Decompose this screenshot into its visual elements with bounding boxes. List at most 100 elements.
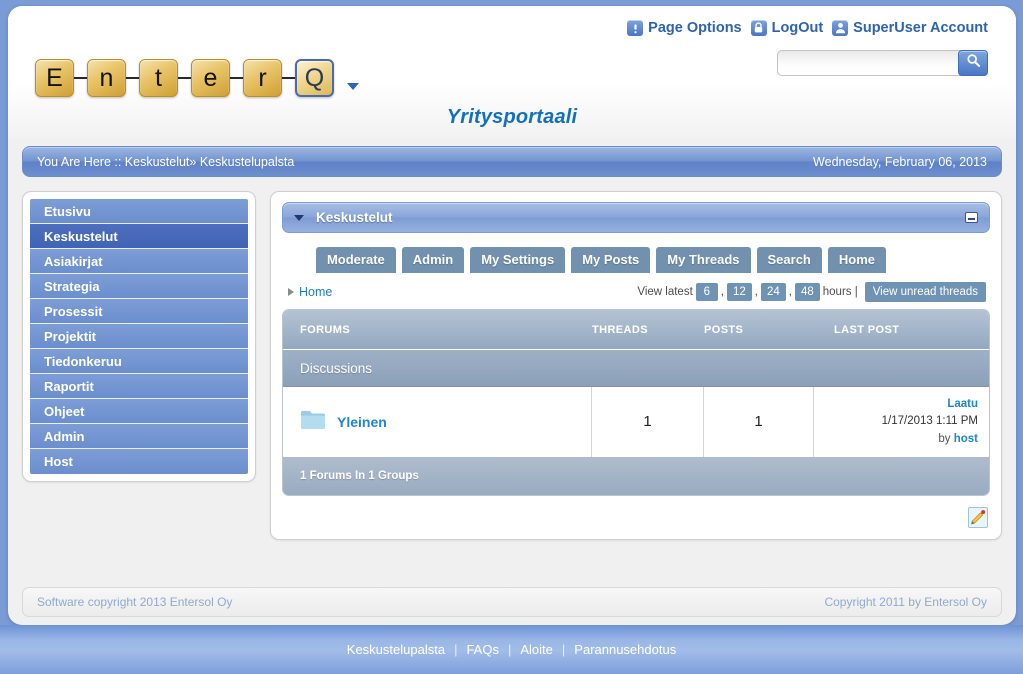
sidebar-item-raportit[interactable]: Raportit bbox=[30, 374, 248, 399]
tab-search[interactable]: Search bbox=[756, 247, 822, 273]
sidebar-item-label: Projektit bbox=[44, 329, 97, 344]
cell-forum-name: Yleinen bbox=[283, 387, 592, 457]
sidebar-item-host[interactable]: Host bbox=[30, 449, 248, 474]
footer-link-parannusehdotus[interactable]: Parannusehdotus bbox=[574, 642, 676, 657]
search-icon bbox=[966, 53, 981, 73]
sidebar-item-etusivu[interactable]: Etusivu bbox=[30, 199, 248, 224]
search-button[interactable] bbox=[958, 50, 988, 76]
footer-link-faqs[interactable]: FAQs bbox=[466, 642, 499, 657]
logo-tile-e1: E bbox=[35, 59, 74, 97]
table-header-row: FORUMS THREADS POSTS LAST POST bbox=[283, 310, 989, 350]
view-latest-24h[interactable]: 24 bbox=[760, 283, 786, 301]
logo-connector bbox=[178, 77, 191, 79]
triangle-right-icon bbox=[288, 288, 294, 296]
exclamation-icon bbox=[627, 20, 644, 36]
current-date: Wednesday, February 06, 2013 bbox=[813, 154, 987, 169]
tab-my-threads[interactable]: My Threads bbox=[656, 247, 751, 273]
site-copyright-text: Copyright 2011 by Entersol Oy bbox=[824, 595, 987, 609]
last-post-author-link[interactable]: host bbox=[954, 433, 978, 445]
tab-my-posts[interactable]: My Posts bbox=[571, 247, 651, 273]
sidebar-item-asiakirjat[interactable]: Asiakirjat bbox=[30, 249, 248, 274]
forum-group-label: Discussions bbox=[300, 360, 373, 376]
sidebar-item-keskustelut[interactable]: Keskustelut bbox=[30, 224, 248, 249]
footer-links-bar: Keskustelupalsta | FAQs | Aloite | Paran… bbox=[0, 625, 1023, 674]
superuser-account-link[interactable]: SuperUser Account bbox=[832, 20, 988, 36]
search-box bbox=[777, 50, 988, 76]
view-latest-48h[interactable]: 48 bbox=[794, 283, 820, 301]
minimize-icon[interactable] bbox=[965, 212, 978, 223]
footer-link-aloite[interactable]: Aloite bbox=[520, 642, 553, 657]
sidebar-item-projektit[interactable]: Projektit bbox=[30, 324, 248, 349]
page-shell: Page Options LogOut SuperUser Account E … bbox=[8, 6, 1016, 625]
tab-moderate[interactable]: Moderate bbox=[315, 247, 396, 273]
logout-link[interactable]: LogOut bbox=[750, 20, 824, 36]
logo-connector bbox=[282, 77, 295, 79]
last-post-title-link[interactable]: Laatu bbox=[947, 398, 978, 410]
footer-separator: | bbox=[561, 642, 566, 657]
tab-admin[interactable]: Admin bbox=[401, 247, 465, 273]
column-header-posts: POSTS bbox=[704, 323, 744, 336]
last-post-date: 1/17/2013 1:11 PM bbox=[881, 415, 978, 428]
forum-group-row[interactable]: Discussions bbox=[283, 350, 989, 387]
utility-bar: Page Options LogOut SuperUser Account bbox=[627, 20, 988, 36]
sidebar-item-ohjeet[interactable]: Ohjeet bbox=[30, 399, 248, 424]
page-options-link[interactable]: Page Options bbox=[627, 20, 742, 36]
software-copyright-text: Software copyright 2013 Entersol Oy bbox=[37, 595, 233, 609]
pencil-edit-icon[interactable] bbox=[968, 506, 988, 528]
sidebar-item-label: Host bbox=[44, 454, 73, 469]
column-header-forums: FORUMS bbox=[300, 323, 351, 336]
view-latest-12h[interactable]: 12 bbox=[726, 283, 752, 301]
content-panel: Keskustelut Moderate Admin My Settings M… bbox=[270, 191, 1002, 540]
forum-name-link[interactable]: Yleinen bbox=[337, 414, 387, 430]
page-options-label: Page Options bbox=[648, 20, 742, 36]
logo-connector bbox=[74, 77, 87, 79]
sidebar-item-label: Raportit bbox=[44, 379, 94, 394]
forum-breadcrumb-home-label: Home bbox=[299, 285, 333, 299]
search-input[interactable] bbox=[777, 50, 962, 76]
column-header-threads: THREADS bbox=[592, 323, 648, 336]
forum-breadcrumb-home[interactable]: Home bbox=[288, 285, 332, 299]
chevron-down-icon[interactable] bbox=[347, 83, 359, 90]
cell-posts-count: 1 bbox=[704, 387, 814, 457]
forum-tab-bar: Moderate Admin My Settings My Posts My T… bbox=[282, 247, 990, 273]
module-header: Keskustelut bbox=[282, 202, 990, 233]
logo-tile-n: n bbox=[87, 59, 126, 97]
logout-label: LogOut bbox=[771, 20, 824, 36]
forum-table-footer: 1 Forums In 1 Groups bbox=[283, 456, 989, 495]
user-icon bbox=[832, 20, 849, 36]
folder-icon bbox=[300, 409, 326, 435]
view-latest-label: View latest bbox=[637, 286, 693, 298]
footer-separator: | bbox=[454, 642, 458, 657]
edit-row bbox=[282, 506, 990, 528]
chevron-down-icon[interactable] bbox=[294, 214, 304, 221]
sidebar-item-prosessit[interactable]: Prosessit bbox=[30, 299, 248, 324]
sidebar-item-label: Strategia bbox=[44, 279, 100, 294]
tab-home[interactable]: Home bbox=[827, 247, 887, 273]
hour-separator: , bbox=[788, 286, 792, 298]
module-title: Keskustelut bbox=[316, 210, 393, 225]
footer-separator: | bbox=[507, 642, 512, 657]
sidebar-item-tiedonkeruu[interactable]: Tiedonkeruu bbox=[30, 349, 248, 374]
sidebar-item-label: Ohjeet bbox=[44, 404, 85, 419]
sidebar-item-strategia[interactable]: Strategia bbox=[30, 274, 248, 299]
view-latest-6h[interactable]: 6 bbox=[695, 283, 718, 301]
last-post-by-label: by bbox=[938, 432, 951, 445]
page-title: Yritysportaali bbox=[446, 106, 578, 128]
column-header-last-post: LAST POST bbox=[834, 323, 900, 336]
site-logo[interactable]: E n t e r Q bbox=[35, 59, 359, 97]
tab-my-settings[interactable]: My Settings bbox=[470, 247, 566, 273]
footer-link-keskustelupalsta[interactable]: Keskustelupalsta bbox=[347, 642, 445, 657]
view-unread-threads-button[interactable]: View unread threads bbox=[864, 282, 986, 302]
sidebar-item-label: Prosessit bbox=[44, 304, 103, 319]
sidebar-item-label: Keskustelut bbox=[44, 229, 118, 244]
site-header: Page Options LogOut SuperUser Account E … bbox=[8, 6, 1016, 137]
forum-summary-label: 1 Forums In 1 Groups bbox=[300, 469, 419, 482]
logo-tile-t: t bbox=[139, 59, 178, 97]
logo-tile-r: r bbox=[243, 59, 282, 97]
logo-connector bbox=[230, 77, 243, 79]
sidebar-nav: Etusivu Keskustelut Asiakirjat Strategia… bbox=[22, 191, 256, 482]
sidebar-item-admin[interactable]: Admin bbox=[30, 424, 248, 449]
hours-suffix-label: hours | bbox=[822, 286, 858, 298]
sidebar-item-label: Tiedonkeruu bbox=[44, 354, 122, 369]
cell-threads-count: 1 bbox=[592, 387, 704, 457]
